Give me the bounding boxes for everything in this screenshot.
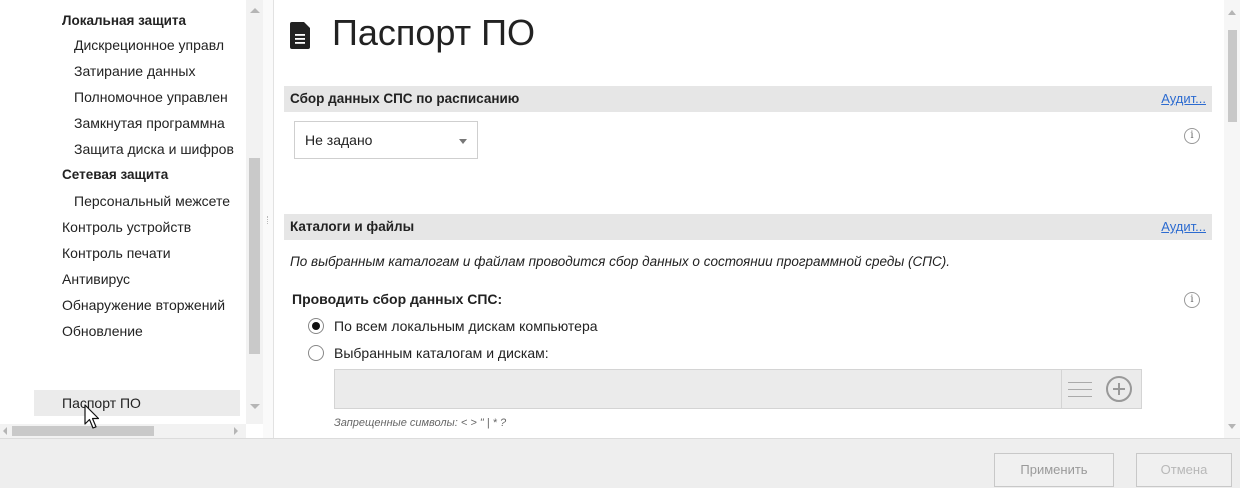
radio-selected-dot: [312, 322, 320, 330]
scroll-down-arrow-icon[interactable]: [1228, 424, 1236, 429]
main-vertical-scrollbar[interactable]: [1224, 0, 1240, 438]
audit-link[interactable]: Аудит...: [1161, 86, 1206, 112]
tree-item-local-protection[interactable]: Локальная защита: [62, 8, 186, 34]
tree-item-discretionary-control[interactable]: Дискреционное управл: [74, 32, 224, 58]
collect-mode-label: Проводить сбор данных СПС:: [292, 291, 503, 307]
add-folder-button[interactable]: [1098, 369, 1142, 409]
tree-item-disk-encryption[interactable]: Защита диска и шифров: [74, 136, 234, 162]
section-title: Каталоги и файлы: [290, 219, 415, 234]
panel-splitter[interactable]: [263, 0, 274, 438]
tree-vertical-scrollbar[interactable]: [246, 0, 263, 424]
forbidden-chars-hint: Запрещенные символы: < > " | * ?: [334, 417, 507, 429]
schedule-dropdown-value: Не задано: [305, 132, 373, 148]
tree-item-software-passport[interactable]: Паспорт ПО: [34, 390, 240, 416]
folders-path-input[interactable]: [334, 369, 1062, 409]
scroll-down-arrow-icon[interactable]: [250, 404, 260, 409]
tree-item-closed-software-env[interactable]: Замкнутая программна: [74, 110, 225, 136]
cancel-button[interactable]: Отмена: [1136, 453, 1232, 487]
apply-button[interactable]: Применить: [994, 453, 1114, 487]
tree-item-device-control[interactable]: Контроль устройств: [62, 214, 191, 240]
tree-item-data-wiping[interactable]: Затирание данных: [74, 58, 195, 84]
scrollbar-thumb[interactable]: [249, 158, 260, 354]
info-icon[interactable]: i: [1184, 128, 1200, 144]
tree-horizontal-scrollbar[interactable]: [0, 424, 246, 438]
section-description: По выбранным каталогам и файлам проводит…: [290, 254, 951, 269]
tree-item-intrusion-detection[interactable]: Обнаружение вторжений: [62, 292, 225, 318]
radio-all-local-disks[interactable]: [308, 318, 324, 334]
scrollbar-thumb[interactable]: [12, 426, 154, 436]
tree-item-print-control[interactable]: Контроль печати: [62, 240, 171, 266]
scroll-left-arrow-icon[interactable]: [3, 427, 7, 435]
scroll-right-arrow-icon[interactable]: [234, 427, 238, 435]
section-header-files: Каталоги и файлы Аудит...: [284, 214, 1212, 240]
tree-item-network-protection[interactable]: Сетевая защита: [62, 162, 168, 188]
section-header-schedule: Сбор данных СПС по расписанию Аудит...: [284, 86, 1212, 112]
tree-item-personal-firewall[interactable]: Персональный межсете: [74, 188, 230, 214]
page-title: Паспорт ПО: [332, 12, 536, 53]
schedule-dropdown[interactable]: Не задано: [294, 121, 478, 159]
dialog-footer: Применить Отмена: [0, 438, 1240, 488]
tree-item-antivirus[interactable]: Антивирус: [62, 266, 130, 292]
plus-circle-icon: [1106, 376, 1132, 402]
radio-label[interactable]: По всем локальным дискам компьютера: [334, 318, 598, 334]
main-panel: Паспорт ПО Сбор данных СПС по расписанию…: [274, 0, 1224, 438]
mouse-cursor-icon: [84, 404, 100, 429]
info-icon[interactable]: i: [1184, 292, 1200, 308]
scroll-up-arrow-icon[interactable]: [1228, 10, 1236, 15]
splitter-grip-icon: [267, 216, 270, 224]
document-icon: [290, 22, 310, 49]
chevron-down-icon: [459, 139, 467, 144]
tree-item-mandatory-control[interactable]: Полномочное управлен: [74, 84, 228, 110]
audit-link[interactable]: Аудит...: [1161, 214, 1206, 240]
section-title: Сбор данных СПС по расписанию: [290, 91, 520, 106]
list-icon[interactable]: [1062, 369, 1098, 409]
scrollbar-thumb[interactable]: [1228, 30, 1237, 122]
settings-tree: Локальная защита Дискреционное управл За…: [0, 0, 246, 424]
radio-label[interactable]: Выбранным каталогам и дискам:: [334, 345, 549, 361]
tree-item-update[interactable]: Обновление: [62, 318, 143, 344]
scroll-up-arrow-icon[interactable]: [250, 8, 260, 13]
radio-selected-folders[interactable]: [308, 345, 324, 361]
